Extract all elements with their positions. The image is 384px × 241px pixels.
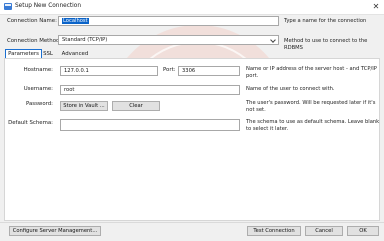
username-hint: Name of the user to connect with. xyxy=(246,86,335,92)
test-connection-button[interactable]: Test Connection xyxy=(247,226,301,236)
username-input[interactable]: root xyxy=(60,85,240,95)
port-input[interactable]: 3306 xyxy=(178,66,240,76)
connection-method-label: Connection Method: xyxy=(7,38,62,44)
connection-name-input[interactable]: Localhost xyxy=(58,16,279,26)
password-hint: The user's password. Will be requested l… xyxy=(246,100,376,113)
parameters-panel xyxy=(4,58,380,221)
default-schema-input[interactable] xyxy=(60,119,240,131)
hostname-label: Hostname: xyxy=(23,67,53,73)
connection-method-value: Standard (TCP/IP) xyxy=(62,37,108,43)
connection-name-label: Connection Name: xyxy=(7,18,57,24)
clear-password-button[interactable]: Clear xyxy=(112,101,160,111)
ok-button[interactable]: OK xyxy=(347,226,379,236)
connection-name-value: Localhost xyxy=(62,18,89,24)
hostname-input[interactable]: 127.0.0.1 xyxy=(60,66,158,76)
connection-method-hint: Method to use to connect to the RDBMS xyxy=(284,38,368,51)
hostname-hint: Name or IP address of the server host - … xyxy=(246,66,377,79)
cancel-button[interactable]: Cancel xyxy=(305,226,343,236)
default-schema-label: Default Schema: xyxy=(8,120,53,126)
connection-name-hint: Type a name for the connection xyxy=(284,18,367,24)
store-in-vault-button[interactable]: Store in Vault ... xyxy=(60,101,108,111)
default-schema-hint: The schema to use as default schema. Lea… xyxy=(246,119,380,132)
chevron-down-icon xyxy=(270,37,276,43)
password-label: Password: xyxy=(26,101,53,107)
username-label: Username: xyxy=(23,86,53,92)
configure-server-management-button[interactable]: Configure Server Management... xyxy=(9,226,101,236)
connection-method-select[interactable]: Standard (TCP/IP) xyxy=(58,35,279,45)
app-window-icon xyxy=(4,3,12,10)
footer-divider xyxy=(0,222,384,223)
window-title: Setup New Connection xyxy=(15,3,82,9)
close-icon[interactable]: ✕ xyxy=(370,1,382,13)
port-label: Port: xyxy=(163,67,176,73)
